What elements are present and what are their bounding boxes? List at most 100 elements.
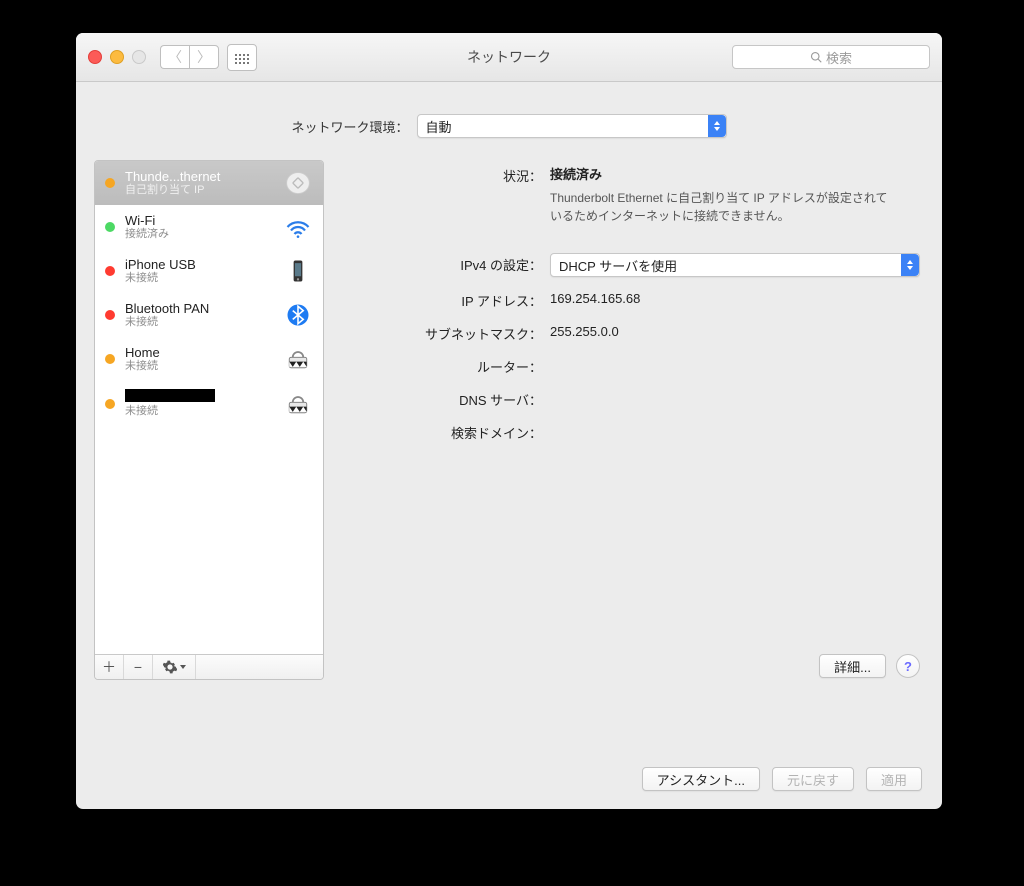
search-icon — [810, 51, 822, 63]
ethernet-icon — [283, 170, 313, 196]
service-iphone-usb[interactable]: iPhone USB 未接続 — [95, 249, 323, 293]
revert-button: 元に戻す — [772, 767, 854, 791]
dns-row: DNS サーバ： — [342, 388, 920, 409]
advanced-button-label: 詳細... — [834, 657, 871, 676]
service-actions-menu[interactable] — [153, 655, 196, 679]
service-text: 未接続 — [125, 389, 273, 418]
close-window-button[interactable] — [88, 50, 102, 64]
service-substatus: 自己割り当て IP — [125, 184, 273, 197]
apply-button: 適用 — [866, 767, 922, 791]
chevron-down-icon — [180, 665, 186, 669]
service-bluetooth-pan[interactable]: Bluetooth PAN 未接続 — [95, 293, 323, 337]
phone-icon — [283, 258, 313, 284]
status-row: 状況： 接続済み Thunderbolt Ethernet に自己割り当て IP… — [342, 164, 920, 225]
status-description: Thunderbolt Ethernet に自己割り当て IP アドレスが設定さ… — [550, 189, 890, 225]
lock-icon — [283, 346, 313, 372]
lock-icon — [283, 391, 313, 417]
service-text: Thunde...thernet 自己割り当て IP — [125, 169, 273, 197]
assistant-button[interactable]: アシスタント... — [642, 767, 760, 791]
status-value-block: 接続済み Thunderbolt Ethernet に自己割り当て IP アドレ… — [550, 164, 920, 225]
bluetooth-icon — [283, 302, 313, 328]
help-button[interactable]: ? — [896, 654, 920, 678]
minimize-window-button[interactable] — [110, 50, 124, 64]
titlebar: 〈 〉 ネットワーク 検索 — [76, 33, 942, 82]
ipv4-config-dropdown[interactable]: DHCP サーバを使用 — [550, 253, 920, 277]
status-value: 接続済み — [550, 164, 920, 183]
service-name: Wi-Fi — [125, 213, 273, 228]
service-substatus: 接続済み — [125, 228, 273, 241]
service-substatus: 未接続 — [125, 405, 273, 418]
advanced-row: 詳細... ? — [819, 654, 920, 678]
status-dot-icon — [105, 266, 115, 276]
status-dot-icon — [105, 310, 115, 320]
dropdown-chevron-icon — [901, 254, 919, 276]
service-substatus: 未接続 — [125, 316, 273, 329]
subnet-row: サブネットマスク： 255.255.0.0 — [342, 322, 920, 343]
network-prefs-window: 〈 〉 ネットワーク 検索 ネットワーク環境： 自動 — [76, 33, 942, 809]
service-name: Bluetooth PAN — [125, 301, 273, 316]
location-row: ネットワーク環境： 自動 — [94, 114, 924, 138]
sidebar-toolbar: ＋ − — [95, 654, 323, 679]
search-domain-value — [550, 421, 920, 423]
chevron-left-icon: 〈 — [168, 47, 182, 67]
service-sidebar: Thunde...thernet 自己割り当て IP Wi-Fi 接続済み — [94, 160, 324, 680]
location-dropdown[interactable]: 自動 — [417, 114, 727, 138]
service-text: Bluetooth PAN 未接続 — [125, 301, 273, 329]
apply-button-label: 適用 — [881, 770, 907, 789]
ip-address-value: 169.254.165.68 — [550, 289, 920, 306]
ipv4-config-value: DHCP サーバを使用 — [559, 256, 677, 275]
nav-buttons: 〈 〉 — [160, 45, 219, 69]
service-name — [125, 389, 273, 405]
router-value — [550, 355, 920, 357]
service-redacted[interactable]: 未接続 — [95, 381, 323, 426]
service-text: Home 未接続 — [125, 345, 273, 373]
detail-pane: 状況： 接続済み Thunderbolt Ethernet に自己割り当て IP… — [338, 160, 924, 682]
advanced-button[interactable]: 詳細... — [819, 654, 886, 678]
dns-value — [550, 388, 920, 390]
service-substatus: 未接続 — [125, 360, 273, 373]
service-thunderbolt-ethernet[interactable]: Thunde...thernet 自己割り当て IP — [95, 161, 323, 205]
router-row: ルーター： — [342, 355, 920, 376]
help-icon: ? — [904, 659, 912, 674]
search-domain-row: 検索ドメイン： — [342, 421, 920, 442]
show-all-prefs-button[interactable] — [227, 44, 257, 71]
status-dot-icon — [105, 399, 115, 409]
service-name: Thunde...thernet — [125, 169, 273, 184]
revert-button-label: 元に戻す — [787, 770, 839, 789]
ip-address-label: IP アドレス： — [342, 289, 550, 310]
status-dot-icon — [105, 222, 115, 232]
remove-service-button[interactable]: − — [124, 655, 153, 679]
back-button[interactable]: 〈 — [160, 45, 189, 69]
subnet-value: 255.255.0.0 — [550, 322, 920, 339]
router-label: ルーター： — [342, 355, 550, 376]
search-input[interactable]: 検索 — [732, 45, 930, 69]
forward-button: 〉 — [189, 45, 219, 69]
dropdown-chevron-icon — [708, 115, 726, 137]
zoom-window-button — [132, 50, 146, 64]
ip-address-row: IP アドレス： 169.254.165.68 — [342, 289, 920, 310]
ipv4-config-row: IPv4 の設定： DHCP サーバを使用 — [342, 253, 920, 277]
service-name: iPhone USB — [125, 257, 273, 272]
content-area: ネットワーク環境： 自動 Thunde...thernet 自己割り当て IP — [76, 82, 942, 682]
service-name: Home — [125, 345, 273, 360]
redacted-text — [125, 389, 215, 402]
status-dot-icon — [105, 354, 115, 364]
search-placeholder: 検索 — [826, 48, 852, 67]
service-text: Wi-Fi 接続済み — [125, 213, 273, 241]
footer-buttons: アシスタント... 元に戻す 適用 — [642, 767, 922, 791]
service-home-vpn[interactable]: Home 未接続 — [95, 337, 323, 381]
minus-icon: − — [134, 659, 142, 675]
service-wifi[interactable]: Wi-Fi 接続済み — [95, 205, 323, 249]
service-substatus: 未接続 — [125, 272, 273, 285]
status-dot-icon — [105, 178, 115, 188]
search-domain-label: 検索ドメイン： — [342, 421, 550, 442]
subnet-label: サブネットマスク： — [342, 322, 550, 343]
add-service-button[interactable]: ＋ — [95, 655, 124, 679]
dns-label: DNS サーバ： — [342, 388, 550, 409]
assistant-button-label: アシスタント... — [657, 770, 745, 789]
main-split: Thunde...thernet 自己割り当て IP Wi-Fi 接続済み — [94, 160, 924, 682]
traffic-lights — [88, 50, 146, 64]
ipv4-config-label: IPv4 の設定： — [342, 253, 550, 274]
service-text: iPhone USB 未接続 — [125, 257, 273, 285]
location-value: 自動 — [426, 117, 452, 136]
